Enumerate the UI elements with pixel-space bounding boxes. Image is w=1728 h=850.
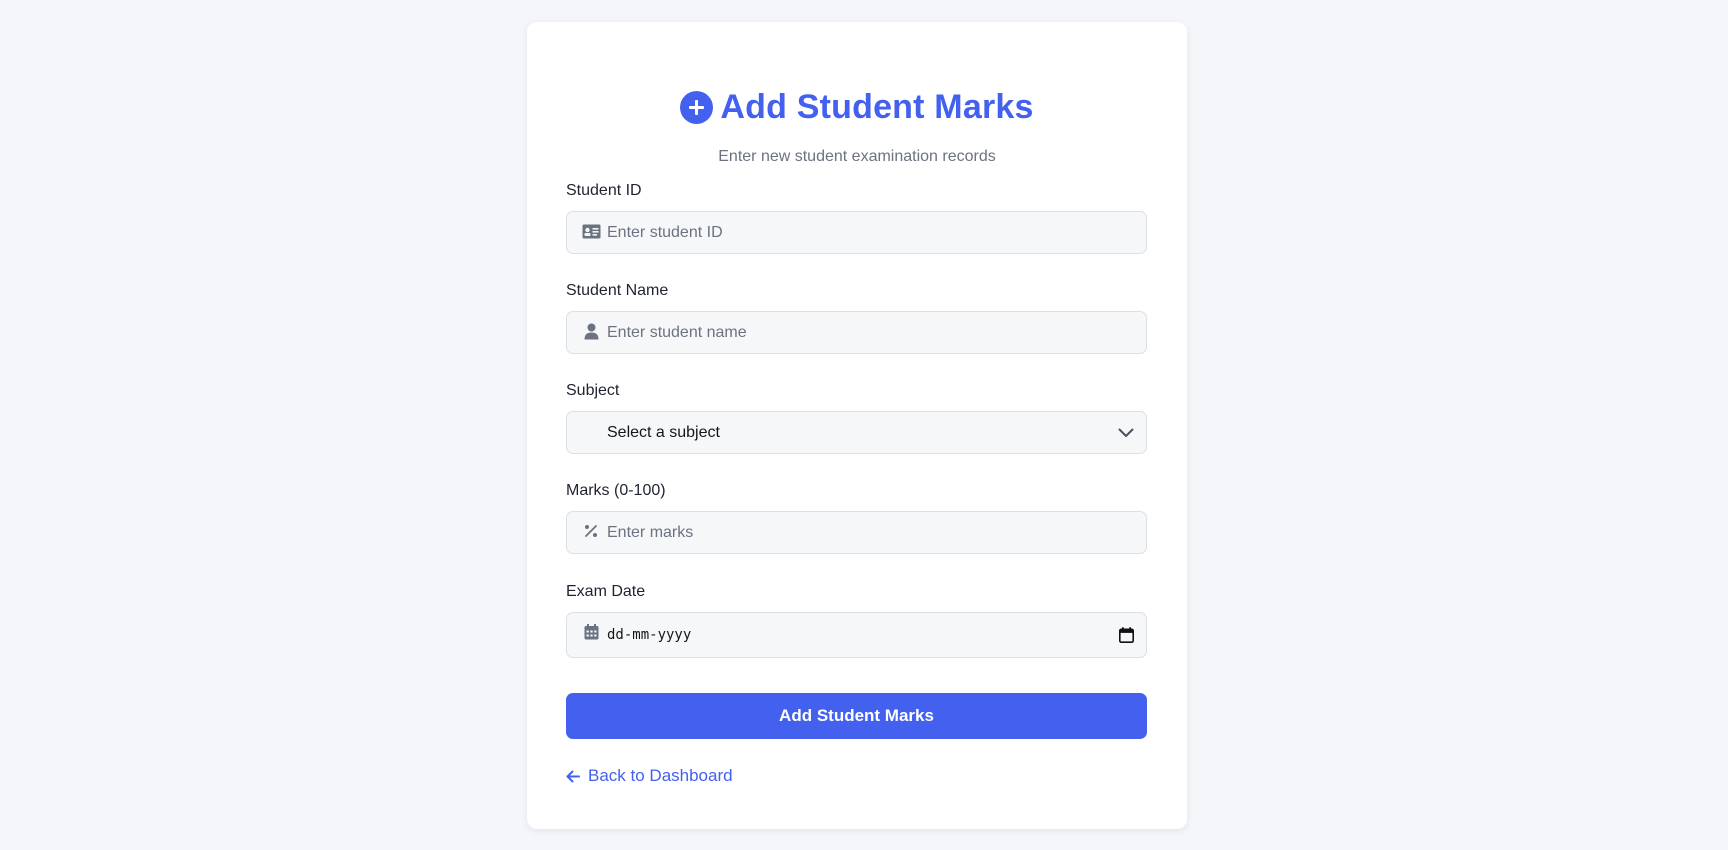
back-to-dashboard-link[interactable]: Back to Dashboard bbox=[566, 766, 733, 786]
marks-label: Marks (0-100) bbox=[566, 482, 666, 499]
student-name-input[interactable]: Enter student name bbox=[566, 311, 1147, 354]
subject-label: Subject bbox=[566, 382, 620, 399]
marks-placeholder: Enter marks bbox=[607, 523, 694, 541]
plus-circle-icon bbox=[680, 91, 714, 124]
exam-date-input[interactable]: dd-mm-yyyy bbox=[566, 612, 1147, 658]
chevron-down-icon bbox=[1118, 412, 1134, 453]
page-title: Add Student Marks bbox=[527, 88, 1187, 127]
exam-date-label: Exam Date bbox=[566, 583, 646, 600]
student-id-placeholder: Enter student ID bbox=[607, 223, 723, 241]
id-card-icon bbox=[581, 221, 601, 241]
subject-select[interactable]: Select a subject bbox=[566, 411, 1147, 454]
percent-icon bbox=[581, 521, 601, 541]
user-icon bbox=[581, 321, 601, 341]
page-subtitle: Enter new student examination records bbox=[718, 148, 996, 165]
arrow-left-icon bbox=[566, 770, 580, 782]
subject-selected-value: Select a subject bbox=[607, 423, 720, 441]
student-name-label: Student Name bbox=[566, 282, 669, 299]
student-id-input[interactable]: Enter student ID bbox=[566, 211, 1147, 254]
student-name-placeholder: Enter student name bbox=[607, 323, 747, 341]
calendar-icon bbox=[581, 622, 601, 642]
back-to-dashboard-label: Back to Dashboard bbox=[588, 766, 733, 785]
exam-date-placeholder: dd-mm-yyyy bbox=[607, 627, 692, 643]
add-marks-card: Add Student Marks Enter new student exam… bbox=[527, 22, 1187, 829]
student-id-label: Student ID bbox=[566, 182, 642, 199]
marks-input[interactable]: Enter marks bbox=[566, 511, 1147, 554]
calendar-picker-icon[interactable] bbox=[1119, 613, 1134, 657]
add-student-marks-button[interactable]: Add Student Marks bbox=[566, 693, 1147, 739]
title-text: Add Student Marks bbox=[720, 88, 1034, 126]
